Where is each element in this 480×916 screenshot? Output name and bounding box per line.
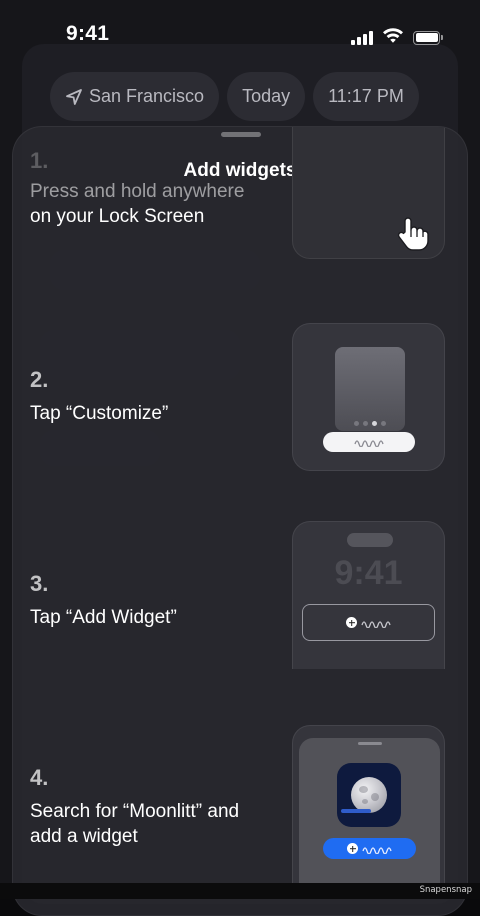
step-text-line2: add a widget [30, 826, 138, 847]
step-4: 4. Search for “Moonlitt” and add a widge… [30, 765, 239, 849]
add-widget-preview: 9:41 [292, 521, 445, 669]
moonlitt-app-icon [337, 763, 401, 827]
hand-tap-icon [396, 215, 430, 256]
step-text: Tap “Customize” [30, 403, 169, 424]
add-widget-slot [302, 604, 435, 641]
status-bar: 9:41 [0, 0, 480, 70]
add-widgets-sheet: Add widgets 1. Press and hold anywhere o… [12, 126, 468, 916]
preview-clock: 9:41 [334, 554, 403, 592]
lock-screen-thumbnail [335, 347, 405, 431]
customize-button-preview [323, 432, 415, 452]
widget-gallery-thumbnail [299, 738, 440, 895]
sheet-grabber[interactable] [221, 132, 261, 137]
location-arrow-icon [65, 88, 83, 106]
add-widget-button-preview [323, 838, 416, 859]
battery-icon [413, 30, 443, 45]
step-text-line2: on your Lock Screen [30, 206, 205, 227]
location-chip[interactable]: San Francisco [50, 72, 220, 121]
step-number: 4. [30, 765, 49, 790]
step-text: Tap “Add Widget” [30, 607, 177, 628]
plus-circle-icon [347, 843, 358, 854]
moon-icon [351, 777, 387, 813]
status-time: 9:41 [66, 22, 110, 45]
step-2: 2. Tap “Customize” [30, 367, 168, 426]
dynamic-island [347, 533, 393, 547]
step-1: 1. Press and hold anywhere on your Lock … [30, 148, 244, 229]
watermark-bar: Snapensnap [0, 883, 480, 899]
step-number: 2. [30, 367, 49, 392]
moonlitt-search-preview [292, 725, 445, 895]
step-number: 3. [30, 571, 49, 596]
cellular-signal-icon [351, 30, 373, 45]
plus-circle-icon [346, 617, 357, 628]
status-icons [351, 27, 443, 48]
day-label: Today [242, 86, 291, 106]
customize-preview [292, 323, 445, 471]
day-chip[interactable]: Today [227, 72, 306, 121]
step-1-illustration [292, 127, 445, 259]
squiggle-icon [362, 846, 392, 854]
step-text-line1: Press and hold anywhere [30, 181, 245, 202]
step-text-line1: Search for “Moonlitt” and [30, 801, 240, 822]
wifi-icon [382, 27, 404, 48]
time-chip[interactable]: 11:17 PM [313, 72, 419, 121]
lock-screen-info-chips: San Francisco Today 11:17 PM [50, 72, 419, 121]
watermark-text: Snapensnap [419, 885, 472, 895]
squiggle-icon [361, 620, 391, 628]
time-label: 11:17 PM [328, 86, 404, 106]
squiggle-icon [354, 440, 384, 447]
app-name-placeholder [341, 809, 371, 813]
location-label: San Francisco [89, 86, 205, 106]
page-dots [354, 421, 386, 426]
step-number: 1. [30, 148, 49, 173]
step-3: 3. Tap “Add Widget” [30, 571, 177, 630]
